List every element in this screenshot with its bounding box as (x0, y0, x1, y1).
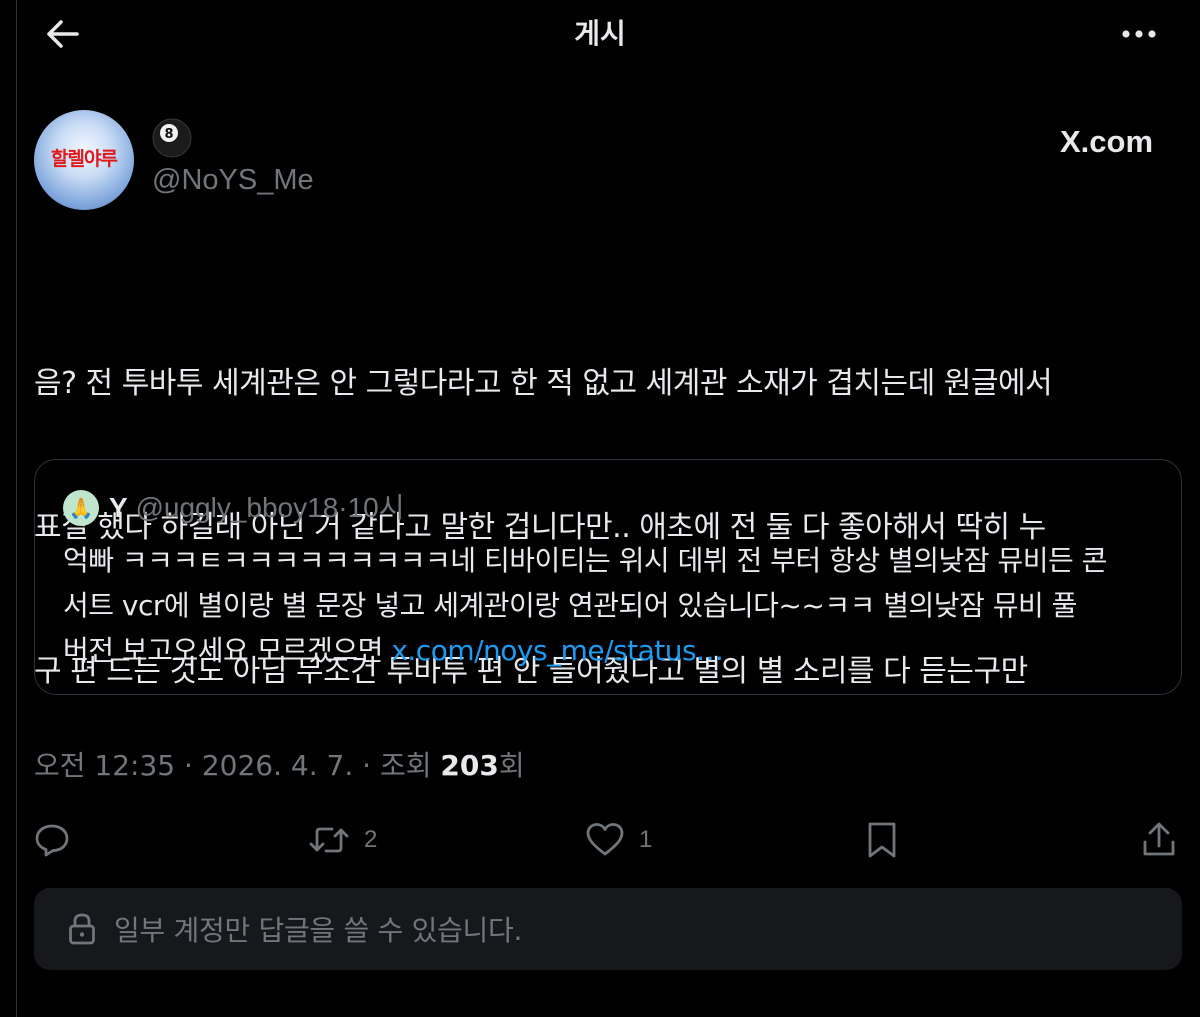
share-button[interactable] (1140, 818, 1178, 862)
lock-icon (69, 913, 95, 945)
left-divider (16, 0, 17, 1017)
post-date: 2026. 4. 7. (201, 749, 354, 782)
like-count: 1 (639, 826, 653, 853)
views-label: 조회 (379, 749, 432, 782)
quote-line: 억빠 ㅋㅋㅋㅌㅋㅋㅋㅋㅋㅋㅋㅋㅋ네 티바이티는 위시 데뷔 전 부터 항상 별의… (63, 544, 1107, 577)
quote-time: 10시 (347, 492, 405, 523)
views-count: 203 (440, 749, 499, 782)
quote-line: 서트 vcr에 별이랑 별 문장 넣고 세계관이랑 연관되어 있습니다~~ㅋㅋ … (63, 589, 1077, 622)
reply-icon (35, 824, 69, 857)
bookmark-button[interactable] (864, 818, 900, 862)
quote-header: Y @uggly_bboy18·10시 (109, 488, 405, 528)
page-title: 게시 (574, 17, 626, 50)
heart-icon (586, 823, 624, 856)
meta-separator: · (362, 749, 372, 782)
post-meta: 오전 12:35 · 2026. 4. 7. · 조회 203회 (34, 746, 525, 786)
svg-text:8: 8 (164, 127, 173, 142)
like-button[interactable]: 1 (585, 818, 652, 862)
quote-handle: @uggly_bboy18 (135, 492, 339, 523)
quote-link[interactable]: x.com/noys_me/status… (391, 634, 724, 667)
retweet-count: 2 (364, 826, 378, 853)
meta-separator: · (184, 749, 193, 782)
x-watermark: X.com (1060, 124, 1154, 159)
retweet-icon (309, 827, 349, 853)
lock-icon-wrap (64, 911, 100, 947)
bookmark-icon (868, 822, 896, 858)
avatar-caption: 할렐야루 (51, 148, 118, 170)
share-icon (1143, 822, 1175, 856)
more-horizontal-icon (1122, 30, 1156, 38)
quote-line-text: 버전 보고오세요 모르겠으면 (63, 634, 392, 667)
quote-avatar: 🙏 (63, 490, 99, 526)
reply-restricted-text: 일부 계정만 답글을 쓸 수 있습니다. (114, 914, 523, 947)
8-ball-icon: 8 (152, 118, 192, 158)
views-suffix: 회 (498, 749, 525, 782)
more-button[interactable] (1115, 14, 1163, 54)
quoted-post[interactable]: 🙏 Y @uggly_bboy18·10시 억빠 ㅋㅋㅋㅌㅋㅋㅋㅋㅋㅋㅋㅋㅋ네 … (34, 459, 1182, 695)
reply-restricted-notice: 일부 계정만 답글을 쓸 수 있습니다. (34, 888, 1182, 970)
quote-line-last: 버전 보고오세요 모르겠으면 x.com/noys_me/status… (63, 628, 1163, 673)
avatar[interactable]: 할렐야루 (34, 110, 134, 210)
retweet-button[interactable]: 2 (308, 818, 377, 862)
display-name[interactable]: 8 (152, 118, 194, 160)
post-line: 음? 전 투바투 세계관은 안 그렇다라고 한 적 없고 세계관 소재가 겹치는… (34, 366, 1053, 401)
quote-display-name: Y (109, 492, 128, 523)
reply-button[interactable] (32, 818, 72, 862)
quote-separator: · (338, 492, 348, 523)
post-time: 오전 12:35 (34, 749, 176, 782)
quote-text: 억빠 ㅋㅋㅋㅌㅋㅋㅋㅋㅋㅋㅋㅋㅋ네 티바이티는 위시 데뷔 전 부터 항상 별의… (63, 538, 1163, 673)
author-handle[interactable]: @NoYS_Me (152, 161, 314, 199)
